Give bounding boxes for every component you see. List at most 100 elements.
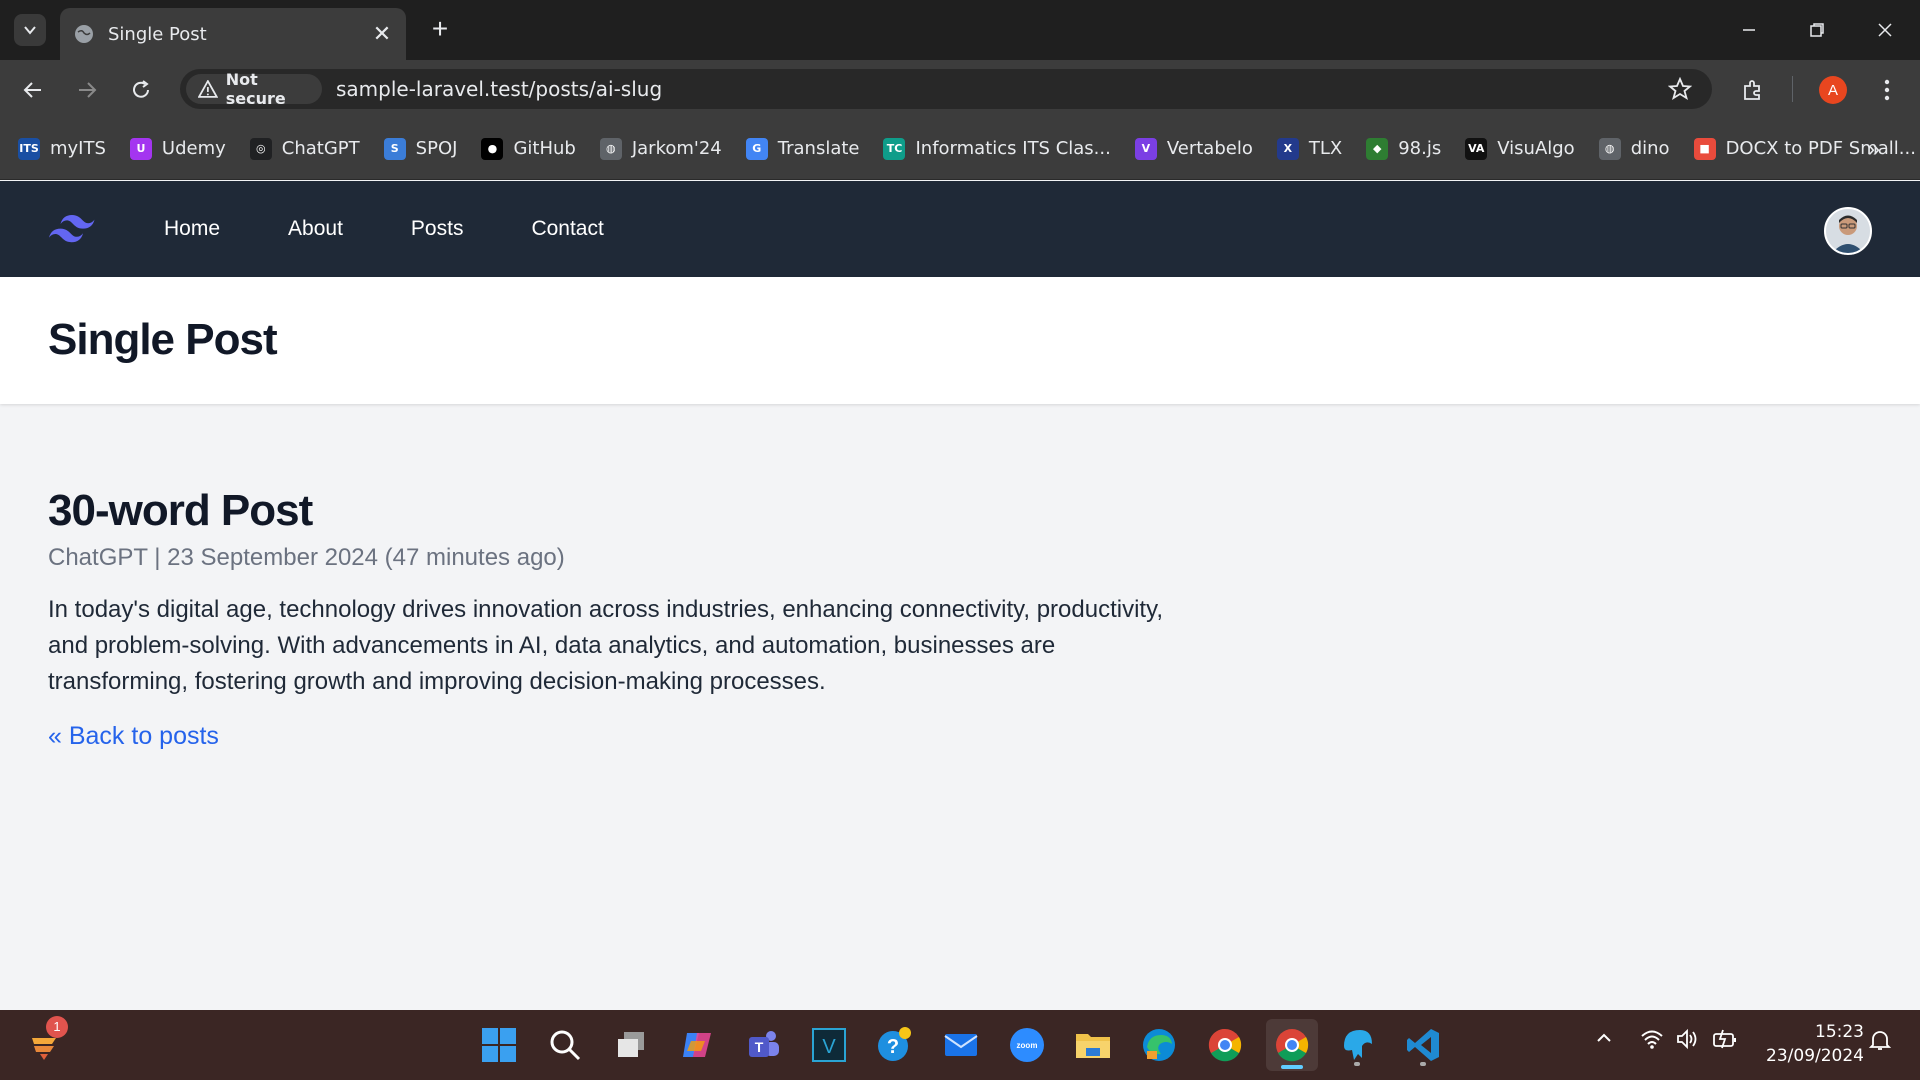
teams-app[interactable]: T — [740, 1022, 786, 1068]
notification-badge: 1 — [46, 1016, 68, 1038]
bookmark-item[interactable]: G Translate — [745, 137, 860, 160]
bookmark-item[interactable]: ◆ 98.js — [1366, 137, 1441, 160]
page-header: Single Post — [0, 277, 1920, 404]
minimize-button[interactable] — [1724, 10, 1774, 50]
task-view-button[interactable] — [608, 1022, 654, 1068]
close-window-button[interactable] — [1860, 10, 1910, 50]
back-to-posts-link[interactable]: « Back to posts — [48, 722, 219, 751]
bookmark-item[interactable]: VA VisuAlgo — [1465, 137, 1575, 160]
search-button[interactable] — [542, 1022, 588, 1068]
mail-app[interactable] — [938, 1022, 984, 1068]
smallpdf-icon: ■ — [1693, 137, 1716, 160]
copilot-icon — [683, 1033, 711, 1057]
back-button[interactable] — [16, 73, 50, 107]
task-view-icon — [618, 1032, 644, 1057]
bookmark-item[interactable]: S SPOJ — [383, 137, 458, 160]
zoom-app[interactable]: zoom — [1004, 1022, 1050, 1068]
battery-charging-icon — [1713, 1029, 1736, 1049]
post-meta: ChatGPT | 23 September 2024 (47 minutes … — [48, 544, 565, 571]
github-icon: ● — [481, 137, 504, 160]
tailwind-logo-icon[interactable] — [48, 213, 96, 243]
tab-single-post[interactable]: Single Post ✕ — [60, 8, 406, 60]
security-indicator[interactable]: Not secure — [186, 70, 322, 108]
visualgo-icon: VA — [1465, 137, 1488, 160]
bookmark-item[interactable]: ◍ dino — [1598, 137, 1670, 160]
bookmark-item[interactable]: ● GitHub — [481, 137, 576, 160]
close-tab-icon[interactable]: ✕ — [370, 21, 394, 47]
globe-icon: ◍ — [599, 137, 622, 160]
address-bar[interactable]: Not secure sample-laravel.test/posts/ai-… — [180, 69, 1712, 109]
extensions-button[interactable] — [1736, 73, 1770, 107]
copilot-app[interactable] — [674, 1022, 720, 1068]
vscode-app[interactable] — [1400, 1022, 1446, 1068]
tab-search-button[interactable] — [14, 14, 46, 46]
bookmark-label: SPOJ — [415, 138, 458, 159]
user-photo-icon — [1826, 209, 1870, 253]
restore-button[interactable] — [1792, 10, 1842, 50]
vim-app[interactable]: V — [806, 1022, 852, 1068]
chrome-app-active[interactable] — [1266, 1019, 1318, 1071]
wifi-status[interactable] — [1640, 1028, 1664, 1055]
windows-logo-icon — [482, 1028, 516, 1062]
battery-status[interactable] — [1712, 1028, 1738, 1055]
post-body: In today's digital age, technology drive… — [48, 596, 1163, 695]
its-icon: ITS — [18, 137, 40, 160]
globe-icon: ◍ — [1598, 137, 1621, 160]
running-indicator — [1420, 1062, 1426, 1066]
arrow-left-icon — [23, 82, 41, 98]
profile-button[interactable]: A — [1816, 73, 1850, 107]
bookmarks-overflow-button[interactable]: » — [1868, 136, 1880, 162]
mysql-workbench-app[interactable] — [1334, 1022, 1380, 1068]
svg-text:T: T — [755, 1039, 764, 1055]
get-help-app[interactable]: ? — [872, 1022, 918, 1068]
search-icon — [550, 1030, 581, 1061]
nav-link-posts[interactable]: Posts — [399, 207, 476, 251]
forward-button[interactable] — [70, 73, 104, 107]
bookmark-item[interactable]: U Udemy — [129, 137, 226, 160]
volume-status[interactable] — [1676, 1028, 1700, 1055]
profile-avatar: A — [1819, 76, 1847, 104]
file-explorer-app[interactable] — [1070, 1022, 1116, 1068]
arrow-right-icon — [79, 82, 97, 98]
bookmark-item[interactable]: X TLX — [1276, 137, 1343, 160]
bookmark-label: VisuAlgo — [1497, 138, 1575, 159]
user-avatar[interactable] — [1824, 207, 1872, 255]
folder-icon — [1076, 1034, 1110, 1058]
bookmark-star-icon[interactable] — [1668, 77, 1692, 101]
notifications-button[interactable] — [1868, 1028, 1892, 1057]
vertabelo-icon: V — [1134, 137, 1157, 160]
show-hidden-icons-button[interactable] — [1594, 1028, 1614, 1053]
nav-link-about[interactable]: About — [276, 207, 355, 251]
svg-text:?: ? — [887, 1036, 899, 1058]
edge-app[interactable] — [1136, 1022, 1182, 1068]
bookmark-label: Translate — [777, 138, 860, 159]
bookmark-item[interactable]: ◎ ChatGPT — [249, 137, 360, 160]
spoj-icon: S — [383, 137, 406, 160]
new-tab-button[interactable]: + — [424, 14, 456, 46]
bookmark-label: Vertabelo — [1166, 138, 1253, 159]
bookmark-item[interactable]: TC Informatics ITS Clas... — [883, 137, 1111, 160]
svg-text:V: V — [822, 1036, 836, 1058]
nav-link-home[interactable]: Home — [152, 207, 232, 251]
clock-time: 15:23 — [1815, 1022, 1864, 1042]
nav-link-contact[interactable]: Contact — [519, 207, 615, 251]
zoom-icon: zoom — [1010, 1028, 1044, 1062]
bookmark-item[interactable]: ◍ Jarkom'24 — [599, 137, 722, 160]
vscode-icon — [1407, 1029, 1439, 1061]
start-button[interactable] — [476, 1022, 522, 1068]
url-text[interactable]: sample-laravel.test/posts/ai-slug — [336, 77, 662, 101]
bookmark-item[interactable]: ■ DOCX to PDF Small... — [1693, 137, 1916, 160]
bookmark-label: ChatGPT — [281, 138, 360, 159]
close-icon — [1878, 23, 1892, 37]
bookmark-item[interactable]: ITS myITS — [18, 137, 106, 160]
system-clock[interactable]: 15:23 23/09/2024 — [1766, 1020, 1864, 1068]
reload-button[interactable] — [124, 73, 158, 107]
nav-links: Home About Posts Contact — [152, 181, 660, 277]
minimize-icon — [1743, 29, 1755, 31]
reload-icon — [133, 80, 149, 98]
menu-button[interactable] — [1870, 73, 1904, 107]
bookmark-item[interactable]: V Vertabelo — [1134, 137, 1253, 160]
udemy-icon: U — [129, 137, 152, 160]
chrome-app[interactable] — [1202, 1022, 1248, 1068]
bookmark-label: TLX — [1308, 138, 1343, 159]
